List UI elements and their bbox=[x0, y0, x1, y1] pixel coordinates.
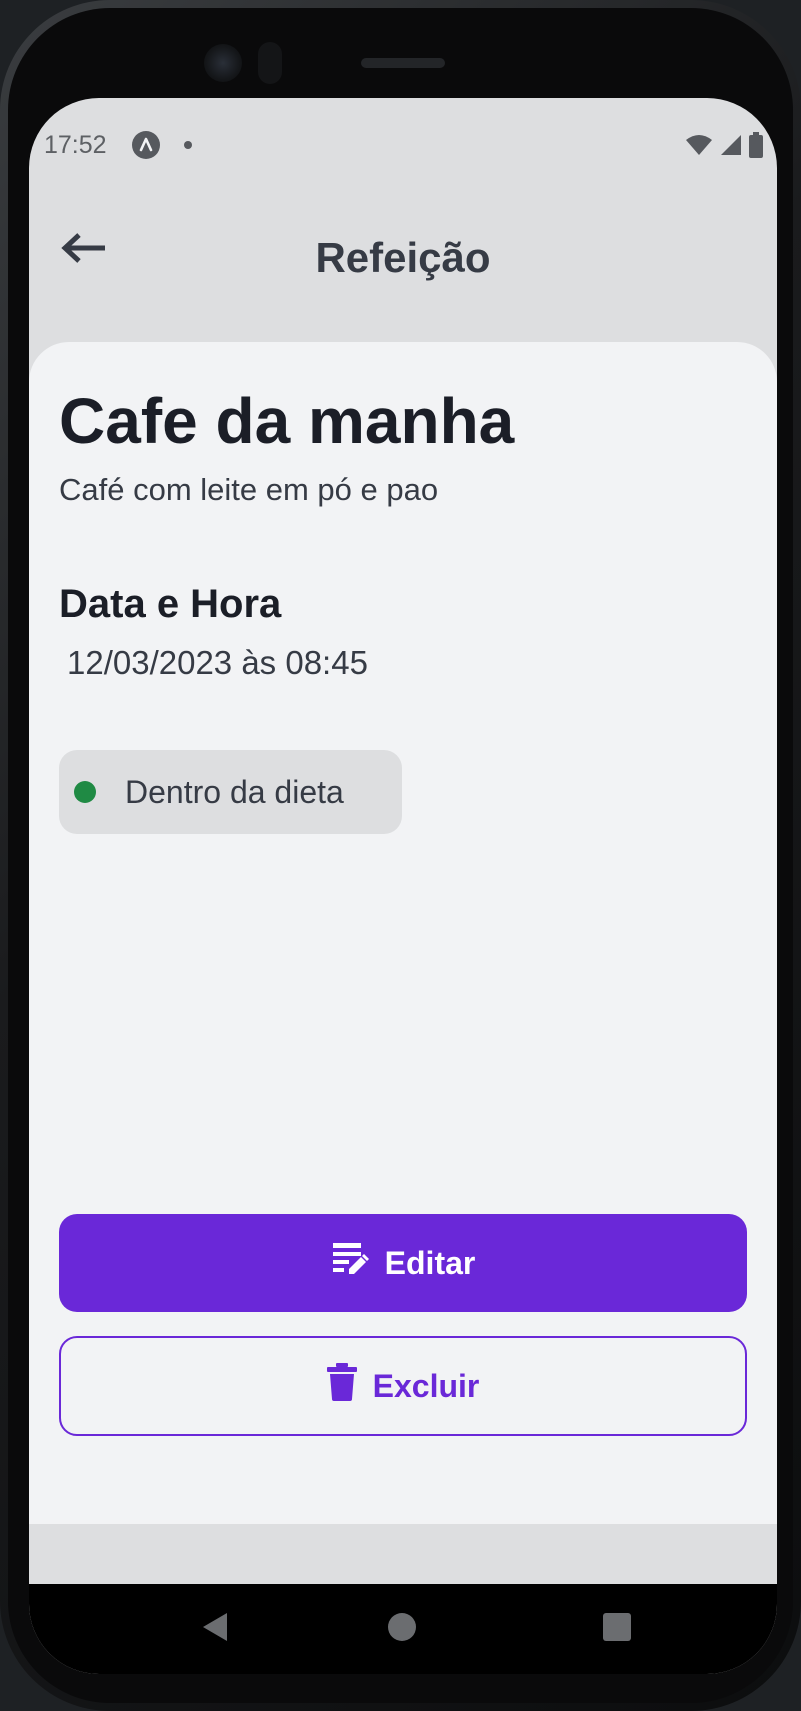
back-triangle-icon bbox=[201, 1611, 229, 1648]
datetime-value: 12/03/2023 às 08:45 bbox=[67, 644, 368, 681]
app-notification-icon bbox=[132, 131, 160, 159]
status-icons bbox=[685, 132, 763, 163]
nav-back-button[interactable] bbox=[170, 1584, 260, 1674]
page-title: Refeição bbox=[315, 234, 491, 281]
edit-button[interactable]: Editar bbox=[59, 1214, 747, 1312]
wifi-icon bbox=[685, 133, 713, 162]
notification-dot-icon bbox=[184, 141, 192, 149]
status-time: 17:52 bbox=[44, 131, 107, 159]
battery-icon bbox=[749, 132, 763, 163]
delete-button[interactable]: Excluir bbox=[59, 1336, 747, 1436]
home-circle-icon bbox=[387, 1612, 417, 1647]
system-nav-bar bbox=[29, 1584, 777, 1674]
screen: 17:52 Refeição Cafe da manha Café com le… bbox=[29, 98, 777, 1674]
signal-icon bbox=[719, 133, 743, 162]
phone-frame: 17:52 Refeição Cafe da manha Café com le… bbox=[0, 0, 801, 1711]
status-dot-icon bbox=[74, 781, 96, 803]
delete-button-label: Excluir bbox=[372, 1367, 480, 1404]
proximity-sensor bbox=[258, 42, 282, 84]
diet-status-label: Dentro da dieta bbox=[125, 773, 344, 810]
nav-home-button[interactable] bbox=[357, 1584, 447, 1674]
meal-description: Café com leite em pó e pao bbox=[59, 472, 439, 507]
bottom-area bbox=[29, 1524, 777, 1584]
edit-button-label: Editar bbox=[384, 1244, 476, 1281]
trash-icon bbox=[326, 1363, 357, 1409]
meal-details-card: Cafe da manha Café com leite em pó e pao… bbox=[29, 342, 777, 1524]
earpiece-speaker bbox=[361, 58, 445, 68]
nav-recents-button[interactable] bbox=[572, 1584, 662, 1674]
front-camera bbox=[204, 44, 242, 82]
status-bar: 17:52 bbox=[29, 98, 777, 190]
datetime-label: Data e Hora bbox=[59, 582, 282, 626]
meal-name: Cafe da manha bbox=[59, 385, 515, 457]
diet-status-badge: Dentro da dieta bbox=[59, 750, 402, 834]
recents-square-icon bbox=[603, 1612, 631, 1646]
edit-note-icon bbox=[331, 1240, 369, 1286]
